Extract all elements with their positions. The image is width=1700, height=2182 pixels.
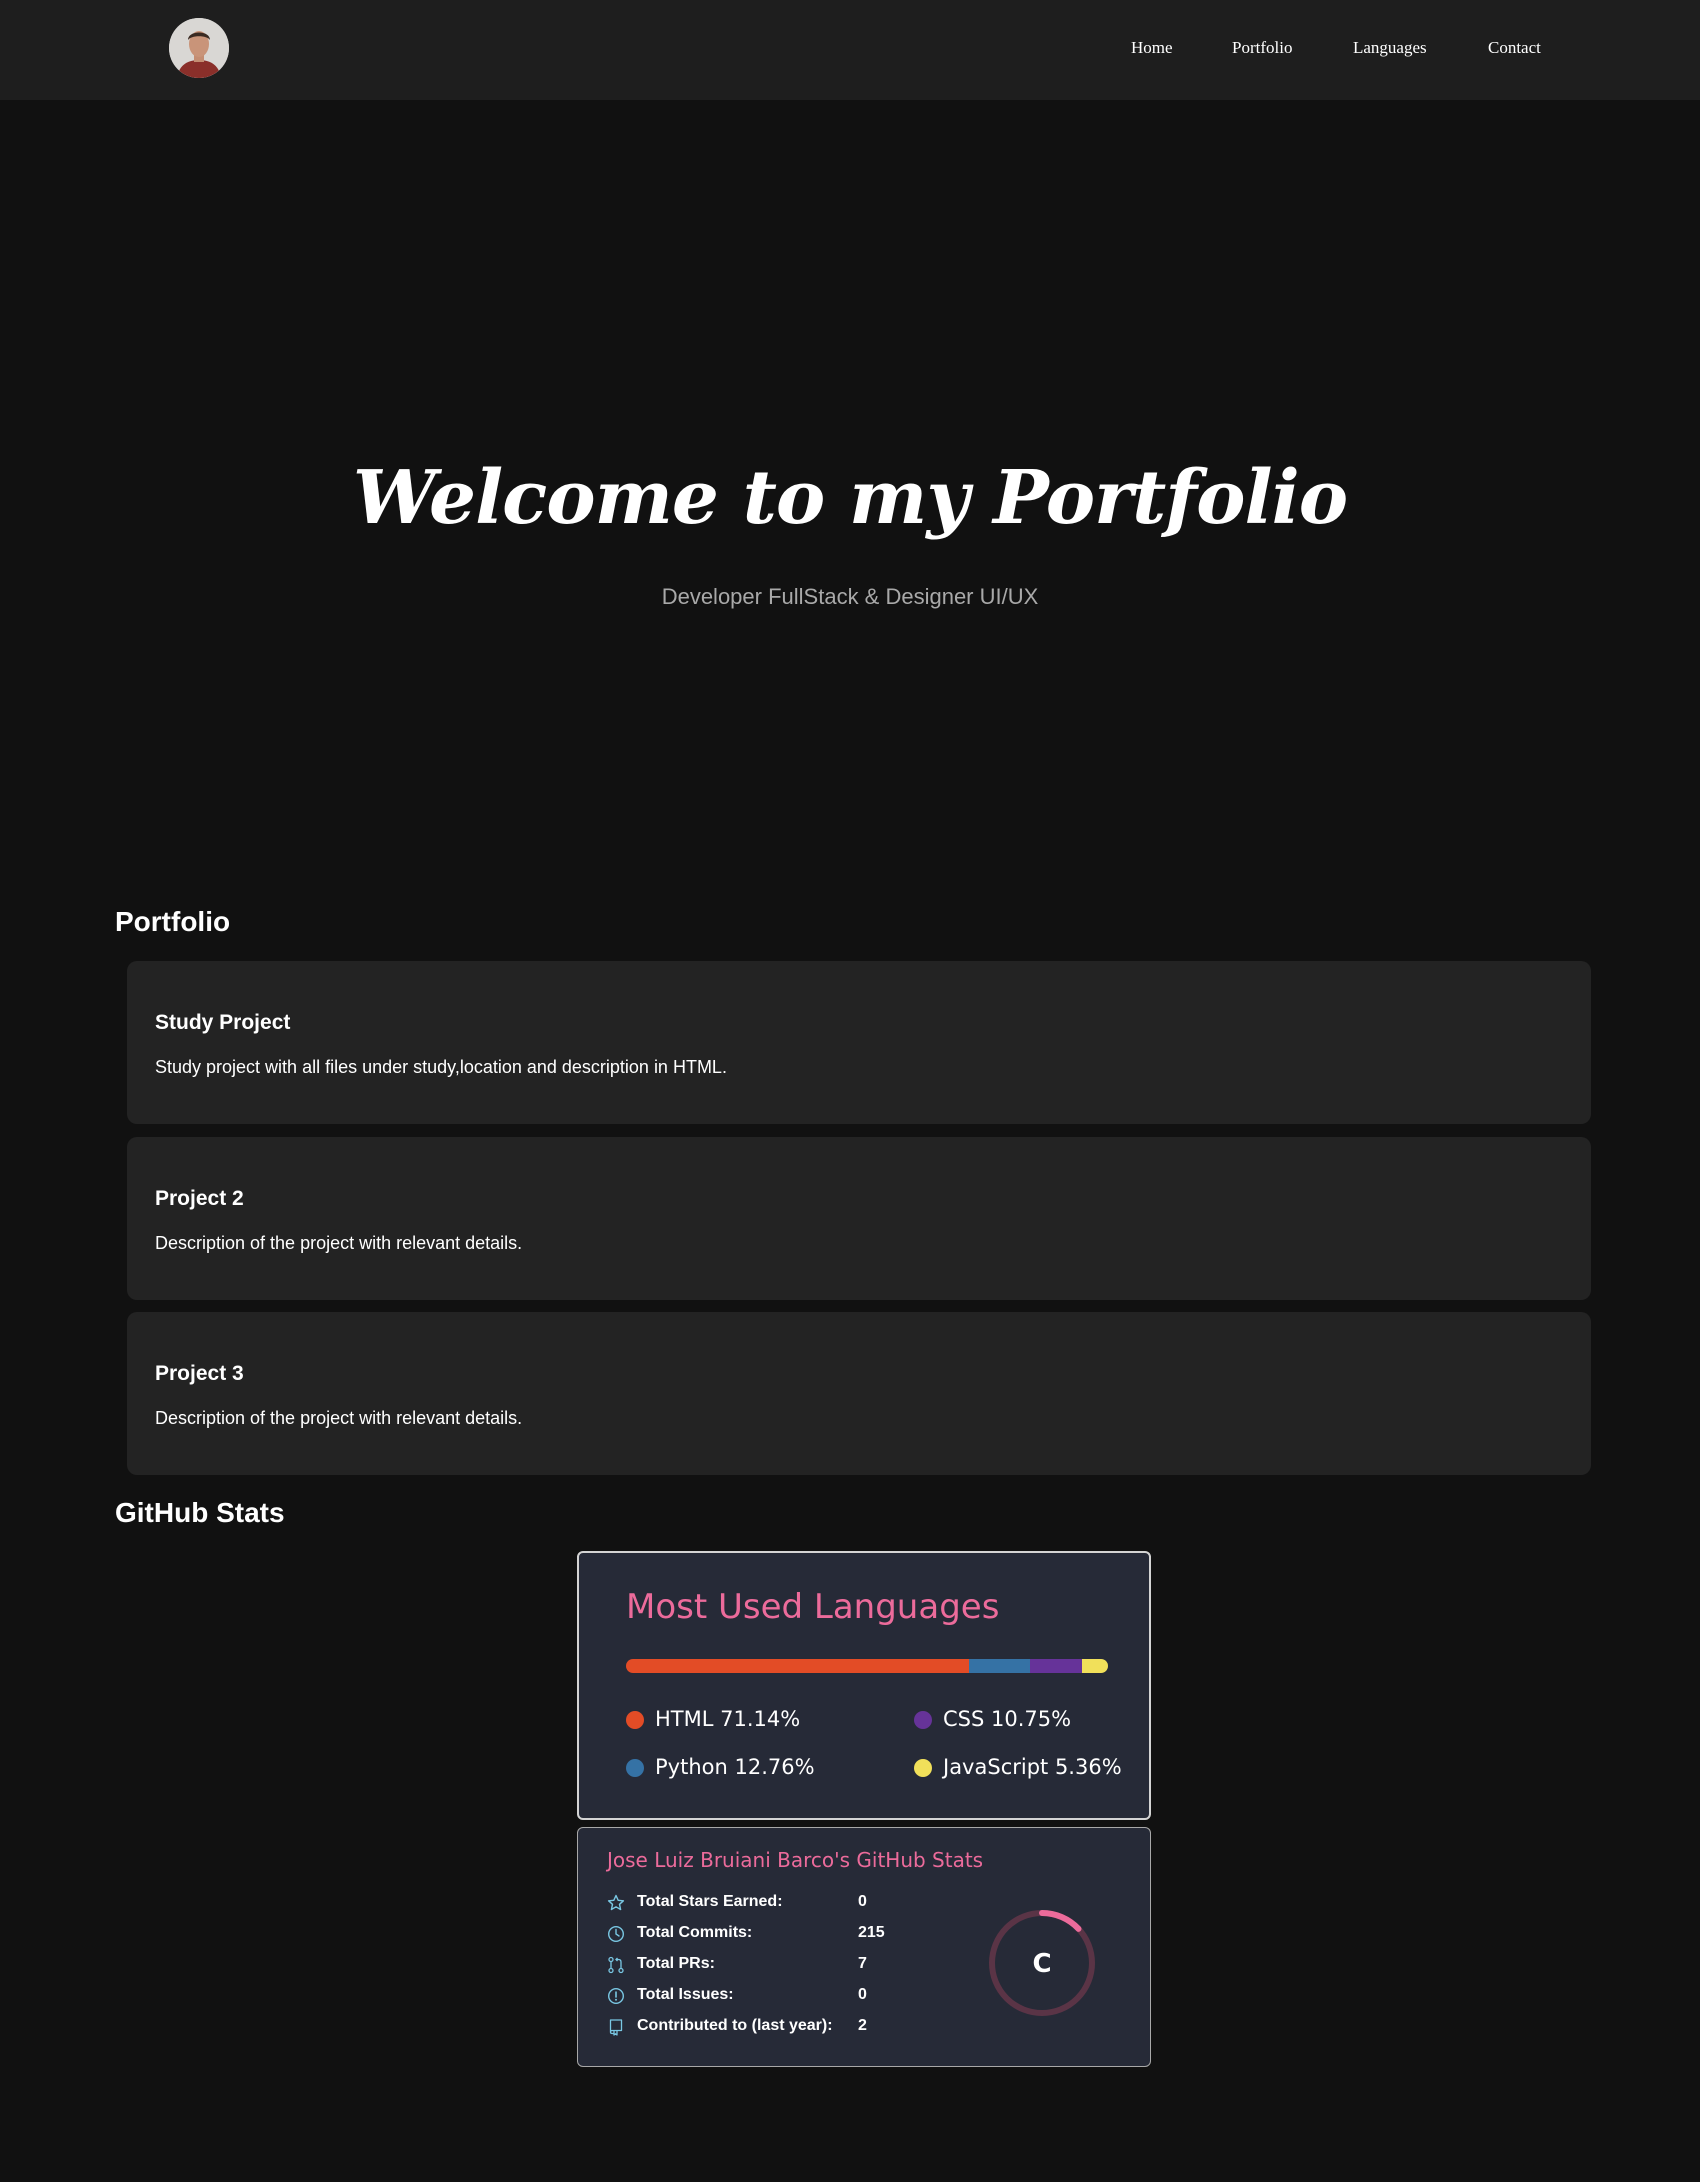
rank-circle: C (989, 1910, 1095, 2016)
clock-icon (607, 1925, 625, 1943)
stat-label: Contributed to (last year): (637, 2017, 833, 2034)
language-bar-segment (1082, 1659, 1108, 1673)
project-description: Study project with all files under study… (155, 1057, 727, 1077)
language-label: HTML 71.14% (655, 1707, 801, 1731)
navbar: Home Portfolio Languages Contact (0, 0, 1700, 100)
hero-title: Welcome to my Portfolio (352, 455, 1348, 541)
nav-links: Home Portfolio Languages Contact (0, 38, 1700, 62)
stat-value: 215 (858, 1924, 885, 1941)
nav-link-contact[interactable]: Contact (1488, 38, 1541, 58)
language-label: JavaScript 5.36% (943, 1755, 1122, 1779)
language-bar-segment (1030, 1659, 1083, 1673)
language-label: CSS 10.75% (943, 1707, 1072, 1731)
rank-letter: C (1032, 1949, 1051, 1979)
github-stats-title: Jose Luiz Bruiani Barco's GitHub Stats (607, 1848, 984, 1872)
github-stats-card[interactable]: Jose Luiz Bruiani Barco's GitHub Stats T… (577, 1827, 1151, 2067)
language-bar-segment (968, 1659, 1031, 1673)
project-card[interactable]: Study Project Study project with all fil… (127, 961, 1591, 1124)
project-description: Description of the project with relevant… (155, 1233, 523, 1253)
stat-value: 0 (858, 1986, 867, 2003)
language-bar-segment (626, 1659, 969, 1673)
repo-icon (609, 2019, 623, 2036)
stat-label: Total Commits: (637, 1924, 753, 1941)
stat-row-issues: Total Issues: 0 (607, 1985, 937, 2007)
languages-card[interactable]: Most Used Languages HTML 71.14% CSS 10.7… (577, 1551, 1151, 1820)
language-dot (914, 1759, 932, 1777)
stat-row-stars: Total Stars Earned: 0 (607, 1892, 937, 1914)
project-title: Study Project (155, 1011, 291, 1034)
stat-row-commits: Total Commits: 215 (607, 1923, 937, 1945)
star-icon (607, 1894, 625, 1911)
pull-request-icon (608, 1956, 624, 1974)
languages-card-title: Most Used Languages (626, 1587, 1000, 1627)
stat-row-prs: Total PRs: 7 (607, 1954, 937, 1976)
stat-value: 0 (858, 1893, 867, 1910)
language-dot (914, 1711, 932, 1729)
language-label: Python 12.76% (655, 1755, 815, 1779)
stat-value: 7 (858, 1955, 867, 1972)
project-title: Project 3 (155, 1362, 244, 1385)
stat-label: Total Issues: (637, 1986, 734, 2003)
language-dot (626, 1759, 644, 1777)
stat-row-contributed: Contributed to (last year): 2 (607, 2016, 937, 2038)
nav-link-portfolio[interactable]: Portfolio (1232, 38, 1292, 58)
project-title: Project 2 (155, 1187, 244, 1210)
portfolio-heading: Portfolio (115, 906, 231, 937)
github-stats-heading: GitHub Stats (115, 1497, 285, 1528)
project-description: Description of the project with relevant… (155, 1408, 523, 1428)
stat-label: Total Stars Earned: (637, 1893, 783, 1910)
project-card[interactable]: Project 2 Description of the project wit… (127, 1137, 1591, 1300)
languages-progress-bar (626, 1659, 1108, 1673)
issue-icon (607, 1987, 625, 2005)
nav-link-home[interactable]: Home (1131, 38, 1173, 58)
nav-link-languages[interactable]: Languages (1353, 38, 1427, 58)
language-dot (626, 1711, 644, 1729)
project-card[interactable]: Project 3 Description of the project wit… (127, 1312, 1591, 1475)
stat-value: 2 (858, 2017, 867, 2034)
stat-label: Total PRs: (637, 1955, 715, 1972)
hero-subtitle: Developer FullStack & Designer UI/UX (661, 584, 1039, 609)
